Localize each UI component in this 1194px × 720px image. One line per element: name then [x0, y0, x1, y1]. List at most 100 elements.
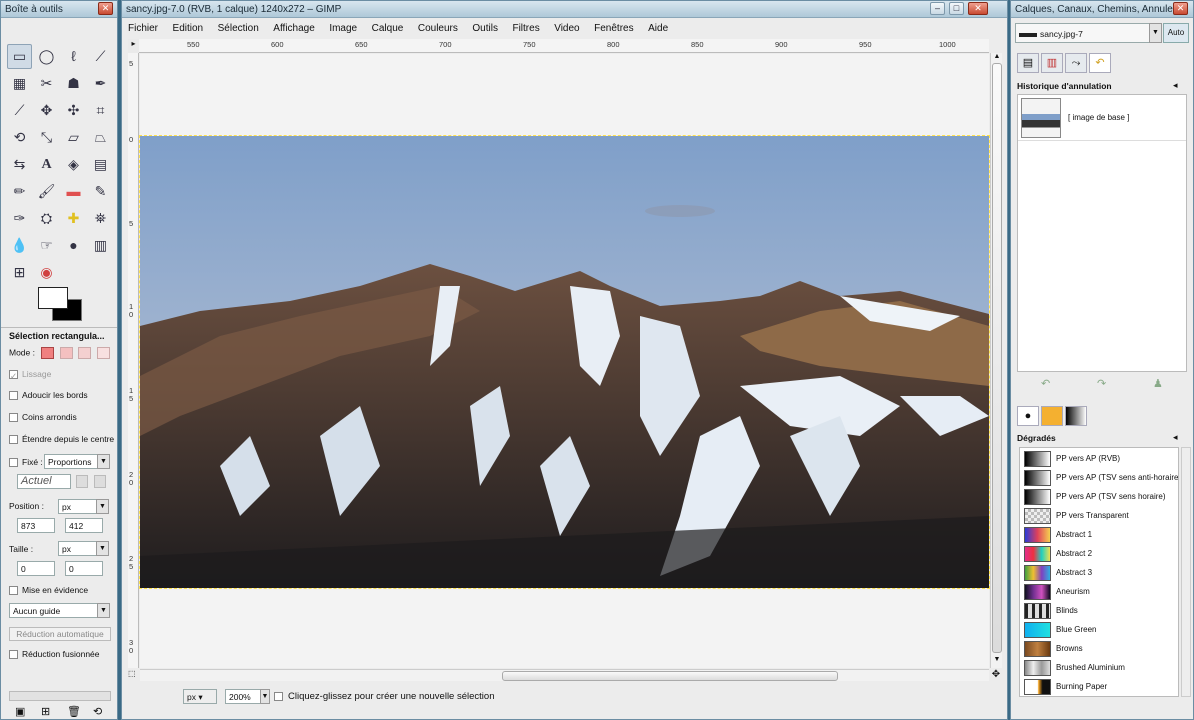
menu-fichier[interactable]: Fichier — [128, 23, 158, 34]
menu-edition[interactable]: Edition — [173, 23, 204, 34]
size-unit-select[interactable]: px — [58, 541, 98, 556]
highlight-option[interactable]: Mise en évidence — [9, 585, 88, 596]
brushes-tab-icon[interactable]: ● — [1017, 406, 1039, 426]
gradient-row[interactable]: Burning Paper — [1022, 678, 1178, 696]
scale-tool-icon[interactable]: ⤡ — [34, 125, 59, 150]
position-x-input[interactable]: 873 — [17, 518, 55, 533]
horizontal-scroll-thumb[interactable] — [502, 671, 838, 681]
minimize-icon[interactable]: – — [930, 2, 945, 15]
foreground-color-swatch[interactable] — [38, 287, 68, 309]
highlight-checkbox[interactable] — [9, 586, 18, 596]
shear-tool-icon[interactable]: ▱ — [61, 125, 86, 150]
guide-select[interactable]: Aucun guide — [9, 603, 101, 618]
horizontal-scrollbar[interactable] — [140, 669, 989, 681]
gradient-row[interactable]: Abstract 1 — [1022, 526, 1178, 544]
rotate-tool-icon[interactable]: ⟲ — [7, 125, 32, 150]
image-canvas[interactable] — [139, 54, 990, 668]
size-w-input[interactable]: 0 — [17, 561, 55, 576]
levels-tool-icon[interactable]: ▥ — [88, 233, 113, 258]
scroll-down-icon[interactable]: ▼ — [992, 656, 1002, 666]
blur-tool-icon[interactable]: 💧 — [7, 233, 32, 258]
ink-tool-icon[interactable]: ✑ — [7, 206, 32, 231]
gradient-row[interactable]: Aneurism — [1022, 583, 1178, 601]
position-y-input[interactable]: 412 — [65, 518, 103, 533]
gradients-list[interactable]: PP vers AP (RVB) PP vers AP (TSV sens ant… — [1019, 447, 1179, 697]
rect-select-tool-icon[interactable]: ▭ — [7, 44, 32, 69]
foreground-select-tool-icon[interactable]: ☗ — [61, 71, 86, 96]
menu-affichage[interactable]: Affichage — [273, 23, 315, 34]
antialias-option[interactable]: ✓ Lissage — [9, 369, 51, 381]
chevron-down-icon[interactable]: ▼ — [1149, 23, 1162, 43]
color-picker-tool-icon[interactable]: ⟋ — [7, 98, 32, 123]
clear-history-icon[interactable]: ♟ — [1153, 377, 1163, 390]
chevron-down-icon[interactable]: ▼ — [96, 499, 109, 514]
navigate-cross-icon[interactable]: ✥ — [990, 669, 1002, 681]
shrink-merged-option[interactable]: Réduction fusionnée — [9, 649, 100, 660]
mountain-photo[interactable] — [139, 135, 990, 589]
gradient-row[interactable]: PP vers Transparent — [1022, 507, 1178, 525]
paths-tab-icon[interactable]: ⤳ — [1065, 53, 1087, 73]
undo-icon[interactable]: ↶ — [1041, 377, 1050, 390]
fixed-option[interactable]: Fixé : — [9, 457, 43, 468]
menu-outils[interactable]: Outils — [472, 23, 498, 34]
panel-menu-icon[interactable]: ◂ — [1173, 80, 1178, 91]
gradient-row[interactable]: PP vers AP (RVB) — [1022, 450, 1178, 468]
unit-select[interactable]: px ▾ — [183, 689, 217, 704]
fg-bg-colors[interactable] — [38, 287, 84, 321]
measure-tool-icon[interactable]: ⊞ — [7, 260, 32, 285]
position-unit-select[interactable]: px — [58, 499, 98, 514]
current-entry[interactable]: Actuel — [17, 474, 71, 489]
select-by-color-tool-icon[interactable]: ▦ — [7, 71, 32, 96]
blend-tool-icon[interactable]: ▤ — [88, 152, 113, 177]
airbrush-tool-icon[interactable]: ✎ — [88, 179, 113, 204]
vertical-scroll-thumb[interactable] — [992, 63, 1002, 653]
clone-tool-icon[interactable]: ⛭ — [34, 206, 59, 231]
scissors-tool-icon[interactable]: ✂ — [34, 71, 59, 96]
gradient-row[interactable]: Brushed Aluminium — [1022, 659, 1178, 677]
gradient-row[interactable]: Abstract 3 — [1022, 564, 1178, 582]
menu-couleurs[interactable]: Couleurs — [418, 23, 458, 34]
horizontal-ruler[interactable]: 550 600 650 700 750 800 850 900 950 1000 — [139, 39, 989, 53]
gradients-tab-icon[interactable] — [1065, 406, 1087, 426]
close-icon[interactable]: ✕ — [98, 2, 113, 15]
flip-tool-icon[interactable]: ⇆ — [7, 152, 32, 177]
expand-checkbox[interactable] — [9, 435, 18, 445]
color-balance-tool-icon[interactable]: ◉ — [34, 260, 59, 285]
shrink-merged-checkbox[interactable] — [9, 650, 18, 660]
auto-button[interactable]: Auto — [1163, 23, 1189, 43]
chevron-down-icon[interactable]: ▼ — [96, 541, 109, 556]
menu-filtres[interactable]: Filtres — [512, 23, 539, 34]
image-selector[interactable]: sancy.jpg-7 — [1015, 23, 1151, 43]
menu-fenetres[interactable]: Fenêtres — [594, 23, 633, 34]
history-item[interactable]: [ image de base ] — [1018, 95, 1186, 141]
rounded-option[interactable]: Coins arrondis — [9, 412, 77, 423]
gradient-row[interactable]: Abstract 2 — [1022, 545, 1178, 563]
feather-option[interactable]: Adoucir les bords — [9, 390, 88, 401]
maximize-icon[interactable]: □ — [949, 2, 964, 15]
feather-checkbox[interactable] — [9, 391, 18, 401]
smudge-tool-icon[interactable]: ☞ — [34, 233, 59, 258]
fixed-checkbox[interactable] — [9, 458, 18, 468]
perspective-clone-tool-icon[interactable]: ⛯ — [88, 206, 113, 231]
menu-image[interactable]: Image — [329, 23, 357, 34]
reset-preset-icon[interactable]: ⟲ — [93, 705, 102, 718]
expand-option[interactable]: Étendre depuis le centre — [9, 434, 114, 445]
antialias-checkbox[interactable]: ✓ — [9, 370, 18, 381]
scroll-up-icon[interactable]: ▲ — [992, 53, 1002, 63]
move-tool-icon[interactable]: ✥ — [34, 98, 59, 123]
history-list[interactable]: [ image de base ] — [1017, 94, 1187, 372]
bucket-fill-tool-icon[interactable]: ◈ — [61, 152, 86, 177]
quick-mask-corner-icon[interactable]: ▸ — [128, 39, 139, 53]
paintbrush-tool-icon[interactable]: 🖌 — [34, 179, 59, 204]
vertical-scrollbar[interactable]: ▲ ▼ — [990, 53, 1002, 668]
eraser-tool-icon[interactable]: ▬ — [61, 179, 86, 204]
undo-history-tab-icon[interactable]: ↶ — [1089, 53, 1111, 73]
text-tool-icon[interactable]: A — [34, 152, 59, 177]
portrait-icon[interactable] — [76, 475, 88, 488]
free-select-tool-icon[interactable]: ℓ — [61, 44, 86, 69]
mode-add-icon[interactable] — [59, 347, 73, 359]
ellipse-select-tool-icon[interactable]: ◯ — [34, 44, 59, 69]
align-tool-icon[interactable]: ✣ — [61, 98, 86, 123]
pencil-tool-icon[interactable]: ✏ — [7, 179, 32, 204]
chevron-down-icon[interactable]: ▼ — [260, 689, 270, 704]
